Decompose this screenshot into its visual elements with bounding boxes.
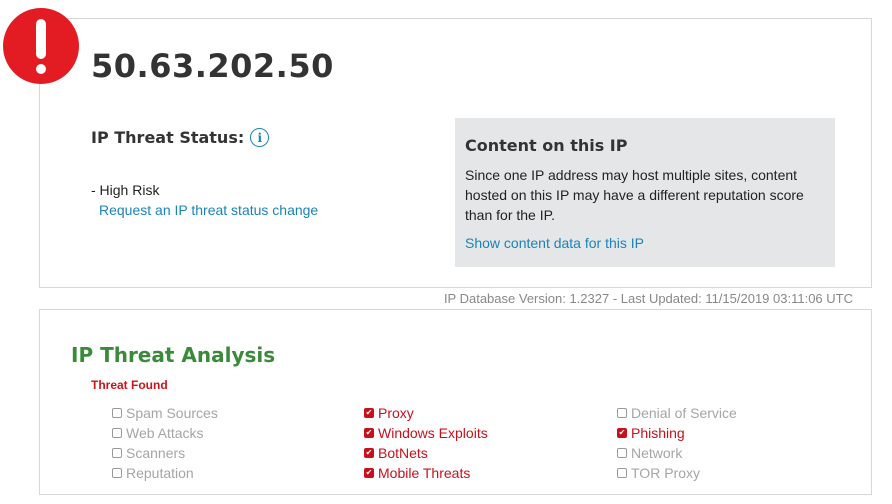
- threat-analysis-title: IP Threat Analysis: [71, 343, 276, 367]
- threat-category-label: Proxy: [378, 405, 414, 421]
- checked-checkbox-icon[interactable]: ✔: [617, 428, 627, 438]
- content-panel-description: Since one IP address may host multiple s…: [465, 167, 804, 223]
- unchecked-checkbox-icon[interactable]: [112, 448, 122, 458]
- checked-checkbox-icon[interactable]: ✔: [364, 408, 374, 418]
- threat-category-item[interactable]: Network: [617, 443, 737, 463]
- threat-category-column-3: Denial of Service ✔ Phishing Network TOR Pro…: [617, 403, 737, 483]
- threat-category-item[interactable]: ✔ Mobile Threats: [364, 463, 488, 483]
- threat-category-label: Mobile Threats: [378, 465, 471, 481]
- content-on-ip-panel: Content on this IP Since one IP address …: [455, 118, 835, 267]
- threat-category-label: Spam Sources: [126, 405, 218, 421]
- threat-category-item[interactable]: Denial of Service: [617, 403, 737, 423]
- threat-category-label: Windows Exploits: [378, 425, 488, 441]
- threat-category-label: TOR Proxy: [631, 465, 700, 481]
- ip-summary-card: 50.63.202.50 IP Threat Status: i - High …: [39, 18, 872, 288]
- unchecked-checkbox-icon[interactable]: [112, 408, 122, 418]
- unchecked-checkbox-icon[interactable]: [617, 408, 627, 418]
- alert-exclamation-bar: [36, 19, 46, 59]
- request-status-change-link[interactable]: Request an IP threat status change: [99, 202, 318, 218]
- threat-category-label: BotNets: [378, 445, 428, 461]
- unchecked-checkbox-icon[interactable]: [617, 448, 627, 458]
- threat-category-column-1: Spam Sources Web Attacks Scanners Reputatio…: [112, 403, 218, 483]
- show-content-data-link[interactable]: Show content data for this IP: [465, 235, 825, 251]
- threat-category-item[interactable]: ✔ Proxy: [364, 403, 488, 423]
- threat-category-item[interactable]: Reputation: [112, 463, 218, 483]
- threat-category-label: Web Attacks: [126, 425, 204, 441]
- threat-analysis-card: IP Threat Analysis Threat Found Spam Sou…: [39, 309, 872, 495]
- risk-level-text: - High Risk: [91, 182, 160, 198]
- ip-address-title: 50.63.202.50: [91, 47, 334, 85]
- database-version-text: IP Database Version: 1.2327 - Last Updat…: [443, 291, 853, 306]
- content-panel-title: Content on this IP: [465, 136, 628, 155]
- unchecked-checkbox-icon[interactable]: [617, 468, 627, 478]
- unchecked-checkbox-icon[interactable]: [112, 428, 122, 438]
- threat-category-item[interactable]: TOR Proxy: [617, 463, 737, 483]
- unchecked-checkbox-icon[interactable]: [112, 468, 122, 478]
- threat-category-label: Denial of Service: [631, 405, 737, 421]
- threat-status-heading: IP Threat Status: i: [91, 128, 270, 147]
- threat-found-label: Threat Found: [91, 378, 168, 392]
- checked-checkbox-icon[interactable]: ✔: [364, 448, 374, 458]
- threat-category-item[interactable]: Spam Sources: [112, 403, 218, 423]
- threat-category-item[interactable]: Web Attacks: [112, 423, 218, 443]
- threat-category-item[interactable]: ✔ BotNets: [364, 443, 488, 463]
- alert-exclamation-dot: [36, 64, 46, 74]
- threat-category-column-2: ✔ Proxy ✔ Windows Exploits ✔ BotNets ✔ Mobile T…: [364, 403, 488, 483]
- info-icon[interactable]: i: [250, 128, 270, 147]
- threat-category-label: Network: [631, 445, 683, 461]
- checked-checkbox-icon[interactable]: ✔: [364, 468, 374, 478]
- threat-category-item[interactable]: ✔ Phishing: [617, 423, 737, 443]
- alert-exclamation-icon: [3, 8, 79, 84]
- threat-category-label: Phishing: [631, 425, 685, 441]
- threat-category-label: Scanners: [126, 445, 186, 461]
- threat-status-label: IP Threat Status:: [91, 128, 245, 147]
- checked-checkbox-icon[interactable]: ✔: [364, 428, 374, 438]
- threat-category-item[interactable]: ✔ Windows Exploits: [364, 423, 488, 443]
- threat-category-item[interactable]: Scanners: [112, 443, 218, 463]
- threat-category-label: Reputation: [126, 465, 194, 481]
